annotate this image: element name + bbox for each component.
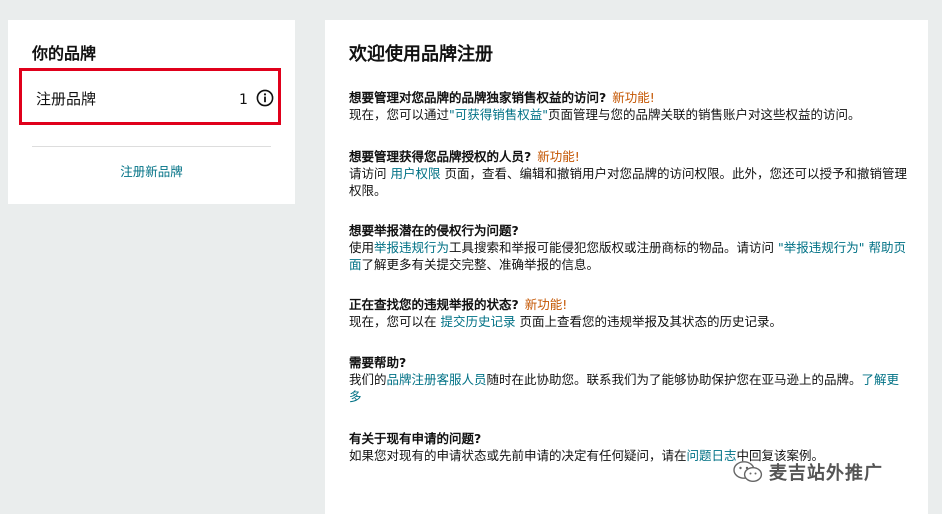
section-heading: 想要管理对您品牌的品牌独家销售权益的访问? 新功能! [349, 89, 909, 106]
registered-brands-label: 注册品牌 [36, 90, 97, 108]
watermark: 麦吉站外推广 [733, 459, 883, 485]
section-link[interactable]: 举报违规行为 [374, 240, 449, 255]
section-text: 工具搜索和举报可能侵犯您版权或注册商标的物品。请访问 [449, 240, 779, 255]
section-text: 现在，您可以通过 [349, 107, 450, 122]
info-icon[interactable] [256, 89, 274, 107]
section-link[interactable]: "可获得销售权益" [449, 107, 548, 122]
wechat-icon [733, 461, 763, 483]
registered-brands-count: 1 [239, 92, 248, 108]
section-heading: 想要举报潜在的侵权行为问题? [349, 222, 909, 239]
info-section: 正在查找您的违规举报的状态? 新功能! 现在，您可以在 提交历史记录 页面上查看您的… [349, 296, 909, 330]
section-text: 页面上查看您的违规举报及其状态的历史记录。 [515, 314, 782, 329]
section-body: 请访问 用户权限 页面，查看、编辑和撤销用户对您品牌的访问权限。此外，您还可以授… [349, 165, 909, 199]
info-section: 需要帮助? 我们的品牌注册客服人员随时在此协助您。联系我们为了能够协助保护您在亚马… [349, 354, 909, 405]
section-text: 使用 [349, 240, 375, 255]
divider [32, 146, 271, 147]
your-brands-title: 你的品牌 [32, 44, 97, 63]
section-heading-text: 想要管理对您品牌的品牌独家销售权益的访问? [349, 90, 607, 105]
registered-brands-row[interactable]: 注册品牌 1 [19, 68, 281, 125]
section-body: 使用举报违规行为工具搜索和举报可能侵犯您版权或注册商标的物品。请访问 "举报违规… [349, 239, 909, 273]
section-heading-text: 正在查找您的违规举报的状态? [349, 297, 519, 312]
section-link[interactable]: 品牌注册客服人员 [387, 372, 487, 387]
section-link[interactable]: 问题日志 [687, 448, 737, 463]
section-text: 了解更多有关提交完整、准确举报的信息。 [361, 257, 600, 272]
section-heading-text: 有关于现有申请的问题? [349, 431, 482, 446]
section-text: 页面管理与您的品牌关联的销售账户对这些权益的访问。 [548, 107, 861, 122]
section-heading: 正在查找您的违规举报的状态? 新功能! [349, 296, 909, 313]
section-heading: 想要管理获得您品牌授权的人员? 新功能! [349, 148, 909, 165]
section-heading-text: 需要帮助? [349, 355, 407, 370]
section-link[interactable]: 提交历史记录 [440, 314, 515, 329]
new-feature-badge: 新功能! [524, 297, 568, 312]
watermark-text: 麦吉站外推广 [769, 463, 883, 484]
section-body: 现在，您可以通过"可获得销售权益"页面管理与您的品牌关联的销售账户对这些权益的访… [349, 106, 909, 123]
welcome-title: 欢迎使用品牌注册 [349, 44, 493, 65]
section-heading: 有关于现有申请的问题? [349, 430, 909, 447]
section-heading: 需要帮助? [349, 354, 909, 371]
section-link[interactable]: 用户权限 [390, 166, 440, 181]
section-text: 请访问 [349, 166, 391, 181]
section-body: 我们的品牌注册客服人员随时在此协助您。联系我们为了能够协助保护您在亚马逊上的品牌… [349, 371, 909, 405]
info-section: 想要管理对您品牌的品牌独家销售权益的访问? 新功能! 现在，您可以通过"可获得销售权… [349, 89, 909, 123]
info-section: 想要举报潜在的侵权行为问题? 使用举报违规行为工具搜索和举报可能侵犯您版权或注册商… [349, 222, 909, 273]
section-text: 现在，您可以在 [349, 314, 441, 329]
section-text: 如果您对现有的申请状态或先前申请的决定有任何疑问，请在 [349, 448, 687, 463]
section-heading-text: 想要管理获得您品牌授权的人员? [349, 149, 532, 164]
your-brands-panel: 你的品牌 注册品牌 1 注册新品牌 [8, 20, 295, 204]
new-feature-badge: 新功能! [537, 149, 580, 164]
section-text: 随时在此协助您。联系我们为了能够协助保护您在亚马逊上的品牌。 [486, 372, 862, 387]
section-text: 我们的 [349, 372, 387, 387]
new-feature-badge: 新功能! [612, 90, 655, 105]
section-heading-text: 想要举报潜在的侵权行为问题? [349, 223, 519, 238]
register-new-brand-link[interactable]: 注册新品牌 [8, 164, 295, 180]
section-body: 现在，您可以在 提交历史记录 页面上查看您的违规举报及其状态的历史记录。 [349, 313, 909, 330]
info-section: 想要管理获得您品牌授权的人员? 新功能! 请访问 用户权限 页面，查看、编辑和撤销用… [349, 148, 909, 199]
welcome-panel: 欢迎使用品牌注册 想要管理对您品牌的品牌独家销售权益的访问? 新功能! 现在，您可以… [325, 20, 928, 514]
